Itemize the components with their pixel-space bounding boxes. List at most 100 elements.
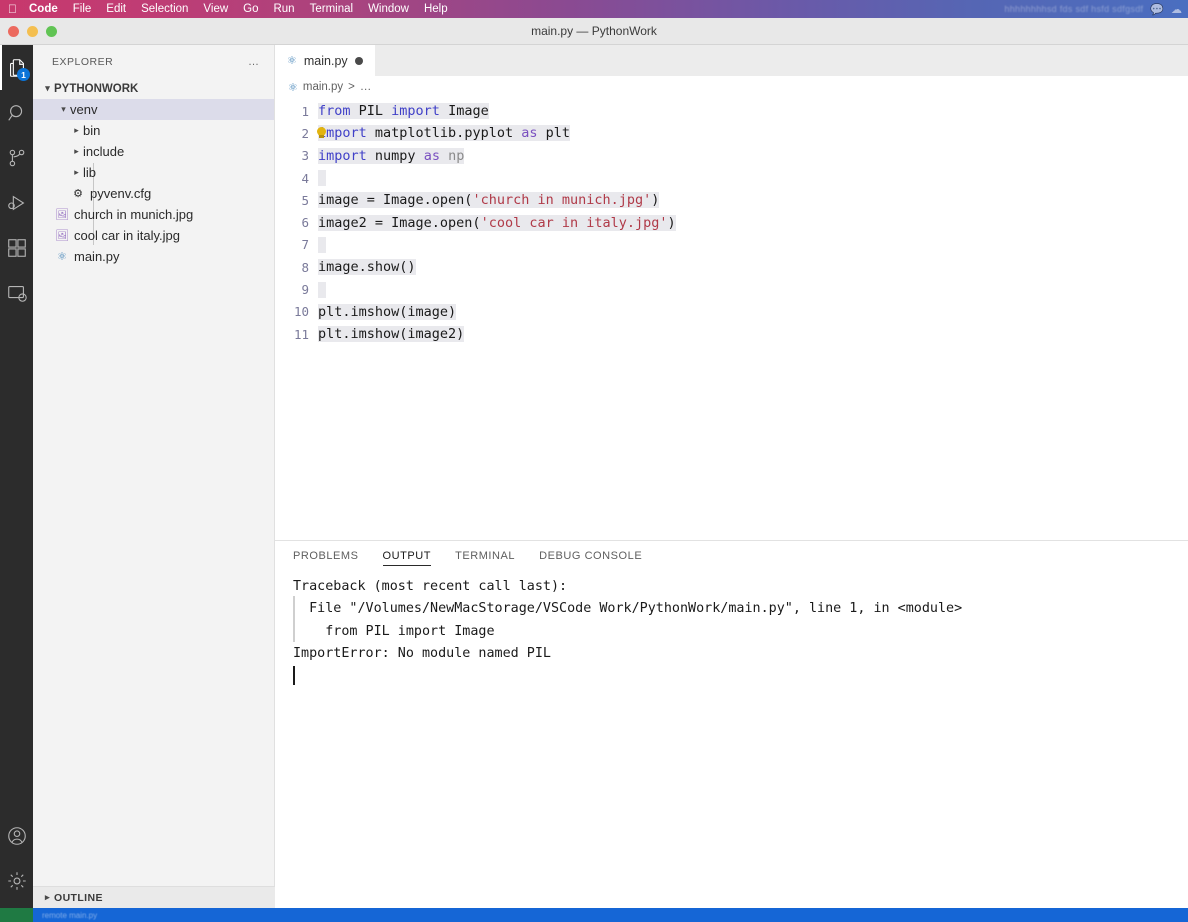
code-line: 6 image2 = Image.open('cool car in italy… [275,211,1188,233]
output-line: ImportError: No module named PIL [293,645,551,661]
line-number: 1 [301,103,309,119]
line-number: 3 [301,148,309,164]
menu-item-help[interactable]: Help [424,3,448,15]
panel-tab-bar: PROBLEMS OUTPUT TERMINAL DEBUG CONSOLE [275,541,1188,570]
menu-item-selection[interactable]: Selection [141,3,188,15]
breadcrumb-file[interactable]: main.py [303,81,343,93]
output-line: from PIL import Image [293,623,495,639]
chevron-right-icon: ▸ [74,167,79,177]
menu-item-run[interactable]: Run [273,3,294,15]
tree-item-bin[interactable]: ▸ bin [33,120,274,141]
tree-item-label: include [83,144,125,159]
unsaved-indicator-icon[interactable] [354,56,363,65]
menu-item-code[interactable]: Code [29,3,58,15]
outline-section-header[interactable]: ▸ OUTLINE [33,886,275,908]
activity-bar-item-remote-explorer[interactable] [0,270,33,315]
chevron-right-icon: ▸ [45,892,50,902]
tree-item-lib[interactable]: ▸ lib [33,162,274,183]
chat-icon[interactable]: 💬 [1150,3,1164,16]
menu-bar-blurred-text: hhhhhhhhsd fds sdf hsfd sdfgsdf [1004,4,1144,14]
output-line: Traceback (most recent call last): [293,579,568,594]
panel-tab-output[interactable]: OUTPUT [382,541,432,570]
menu-item-edit[interactable]: Edit [106,3,126,15]
explorer-root-folder[interactable]: ▾ PYTHONWORK [33,78,274,99]
line-number: 4 [301,170,309,186]
code-line: 3 import numpy as np [275,145,1188,167]
gear-icon [7,871,26,890]
tree-item-cool-car-in-italy-jpg[interactable]: 🖼 cool car in italy.jpg [33,225,274,246]
panel-tab-debug-console[interactable]: DEBUG CONSOLE [539,541,642,570]
line-number: 9 [301,282,309,298]
editor-tab-main-py[interactable]: ⚛ main.py [275,45,375,76]
code-line: 9 [275,278,1188,300]
python-file-icon: ⚛ [287,55,297,67]
cloud-icon[interactable]: ☁ [1171,3,1182,16]
account-icon [7,826,26,845]
search-icon [7,104,22,121]
code-line: 11 plt.imshow(image2) [275,323,1188,345]
lightbulb-icon[interactable] [316,127,327,139]
tree-item-main-py[interactable]: ⚛ main.py [33,246,274,267]
chevron-right-icon: ▸ [74,125,79,135]
extensions-icon [7,238,26,257]
line-number: 5 [301,192,309,208]
activity-bar-item-run-and-debug[interactable] [0,180,33,225]
window-title: main.py — PythonWork [531,24,657,38]
line-number: 11 [293,326,309,342]
editor-tab-label: main.py [303,53,348,68]
bottom-panel: PROBLEMS OUTPUT TERMINAL DEBUG CONSOLE T… [275,540,1188,908]
code-line: 7 [275,234,1188,256]
activity-bar-item-search[interactable] [0,90,33,135]
remote-status-indicator[interactable] [0,908,33,922]
tree-item-label: cool car in italy.jpg [74,228,180,243]
activity-bar-item-source-control[interactable] [0,135,33,180]
apple-menu-icon[interactable]:  [8,3,17,15]
window-title-bar: main.py — PythonWork [0,18,1188,45]
panel-tab-terminal[interactable]: TERMINAL [455,541,515,570]
tree-item-label: main.py [74,249,120,264]
activity-bar-item-extensions[interactable] [0,225,33,270]
line-number: 6 [301,215,309,231]
activity-bar-item-accounts[interactable] [0,813,33,858]
output-line: File "/Volumes/NewMacStorage/VSCode Work… [293,601,963,617]
breadcrumb: ⚛ main.py > … [275,76,1188,98]
source-control-icon [9,149,24,166]
status-bar: remote main.py [0,908,1188,922]
code-line: 10 plt.imshow(image) [275,301,1188,323]
tree-item-venv[interactable]: ▾ venv [33,99,274,120]
menu-item-file[interactable]: File [73,3,92,15]
python-file-icon: ⚛ [288,81,298,94]
tree-item-pyvenv-cfg[interactable]: ⚙ pyvenv.cfg [33,183,274,204]
tree-item-include[interactable]: ▸ include [33,141,274,162]
menu-item-go[interactable]: Go [243,3,258,15]
tree-item-church-in-munich-jpg[interactable]: 🖼 church in munich.jpg [33,204,274,225]
editor-tab-bar: ⚛ main.py [275,45,1188,76]
menu-item-terminal[interactable]: Terminal [310,3,353,15]
tree-item-label: church in munich.jpg [74,207,194,222]
activity-bar-item-explorer[interactable]: 1 [0,45,33,90]
more-actions-icon[interactable]: … [248,56,260,68]
menu-bar-status-area: hhhhhhhhsd fds sdf hsfd sdfgsdf 💬 ☁ [1004,3,1188,16]
status-bar-text: remote main.py [42,910,98,920]
panel-tab-problems[interactable]: PROBLEMS [293,541,359,570]
tree-item-label: pyvenv.cfg [90,186,152,201]
menu-item-view[interactable]: View [203,3,228,15]
code-line: 2 import matplotlib.pyplot as plt [275,122,1188,144]
breadcrumb-ellipsis[interactable]: … [360,81,372,93]
code-editor[interactable]: 1 from PIL import Image 2 import matplot… [275,98,1188,346]
code-line: 1 from PIL import Image [275,100,1188,122]
gear-file-icon: ⚙ [73,188,83,200]
activity-bar-item-settings[interactable] [0,858,33,903]
image-file-icon: 🖼 [55,230,69,242]
code-line: 4 [275,167,1188,189]
explorer-sidebar: EXPLORER … ▾ PYTHONWORK ▾ venv ▸ bin ▸ i… [33,45,275,915]
remote-explorer-icon [7,285,27,302]
vscode-window:  Code File Edit Selection View Go Run T… [0,0,1188,922]
editor-area: ⚛ main.py ⚛ main.py > … 1 from PIL impor… [275,45,1188,540]
line-number: 10 [293,304,309,320]
macos-menu-bar:  Code File Edit Selection View Go Run T… [0,0,1188,18]
output-view[interactable]: Traceback (most recent call last): File … [275,570,1188,685]
menu-item-window[interactable]: Window [368,3,409,15]
line-number: 2 [301,125,309,141]
code-line: 8 image.show() [275,256,1188,278]
